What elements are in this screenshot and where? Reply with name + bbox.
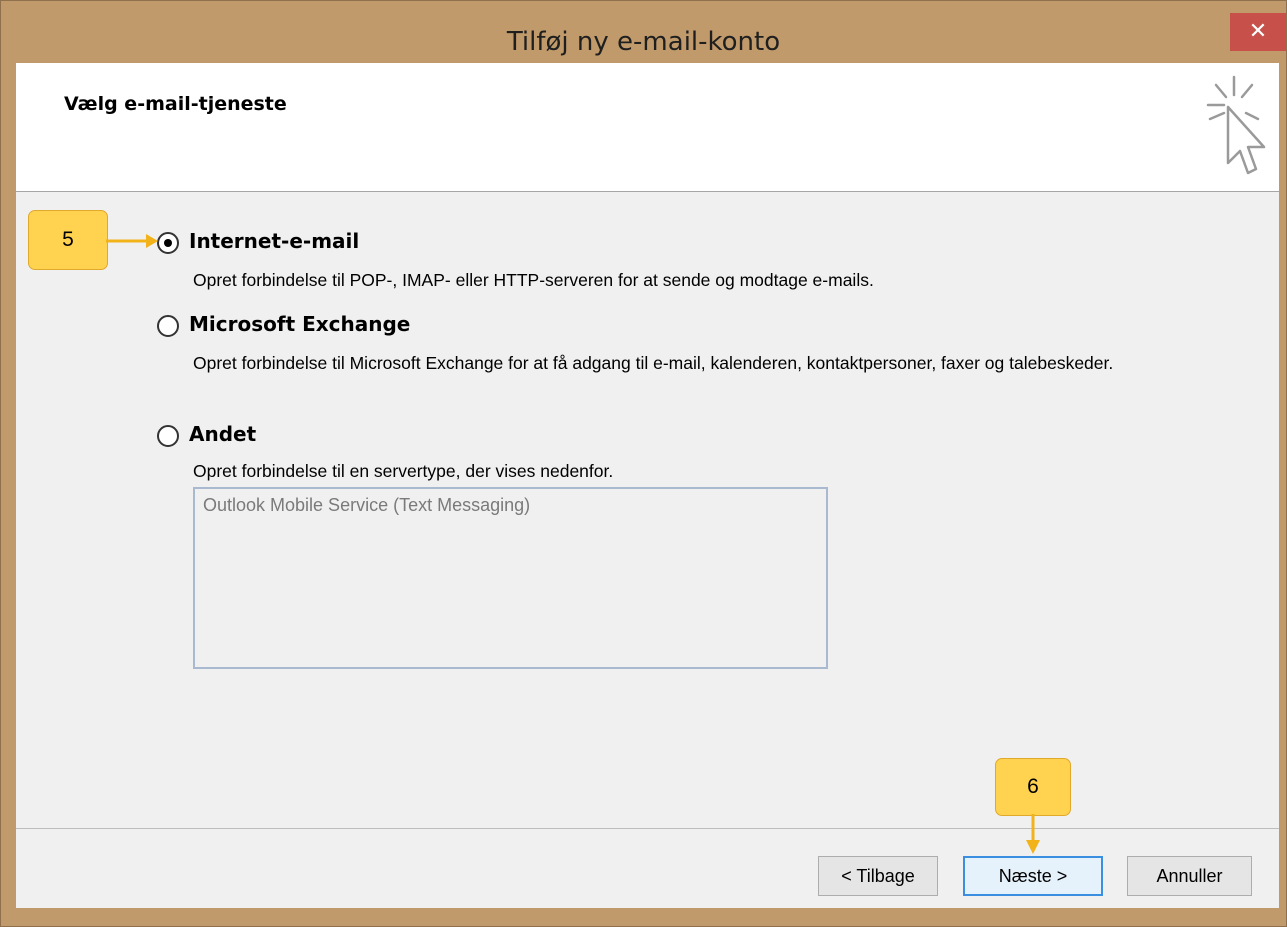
back-button[interactable]: < Tilbage (818, 856, 938, 896)
option-label: Microsoft Exchange (189, 312, 411, 336)
footer-divider (16, 828, 1279, 829)
option-description: Opret forbindelse til POP-, IMAP- eller … (193, 270, 874, 290)
cursor-click-icon (1206, 75, 1266, 175)
option-description: Opret forbindelse til en servertype, der… (193, 461, 614, 481)
list-item[interactable]: Outlook Mobile Service (Text Messaging) (203, 495, 530, 516)
server-type-list[interactable]: Outlook Mobile Service (Text Messaging) (193, 487, 828, 669)
radio-internet-email[interactable] (157, 232, 179, 254)
content-panel: Internet-e-mail Opret forbindelse til PO… (16, 192, 1279, 908)
step-6-callout: 6 (995, 758, 1071, 816)
option-label: Andet (189, 422, 257, 446)
radio-microsoft-exchange[interactable] (157, 315, 179, 337)
arrow-right-icon (106, 234, 158, 248)
dialog-window: Tilføj ny e-mail-konto ✕ Vælg e-mail-tje… (0, 0, 1287, 927)
option-label: Internet-e-mail (189, 229, 360, 253)
next-button[interactable]: Næste > (963, 856, 1103, 896)
step-5-callout: 5 (28, 210, 108, 270)
cancel-button[interactable]: Annuller (1127, 856, 1252, 896)
arrow-down-icon (1026, 814, 1040, 854)
page-title: Vælg e-mail-tjeneste (64, 93, 287, 115)
option-description: Opret forbindelse til Microsoft Exchange… (193, 353, 1114, 373)
radio-andet[interactable] (157, 425, 179, 447)
close-icon: ✕ (1248, 19, 1268, 44)
close-button[interactable]: ✕ (1230, 13, 1286, 51)
header-panel: Vælg e-mail-tjeneste (16, 63, 1279, 192)
window-title: Tilføj ny e-mail-konto (506, 27, 781, 57)
